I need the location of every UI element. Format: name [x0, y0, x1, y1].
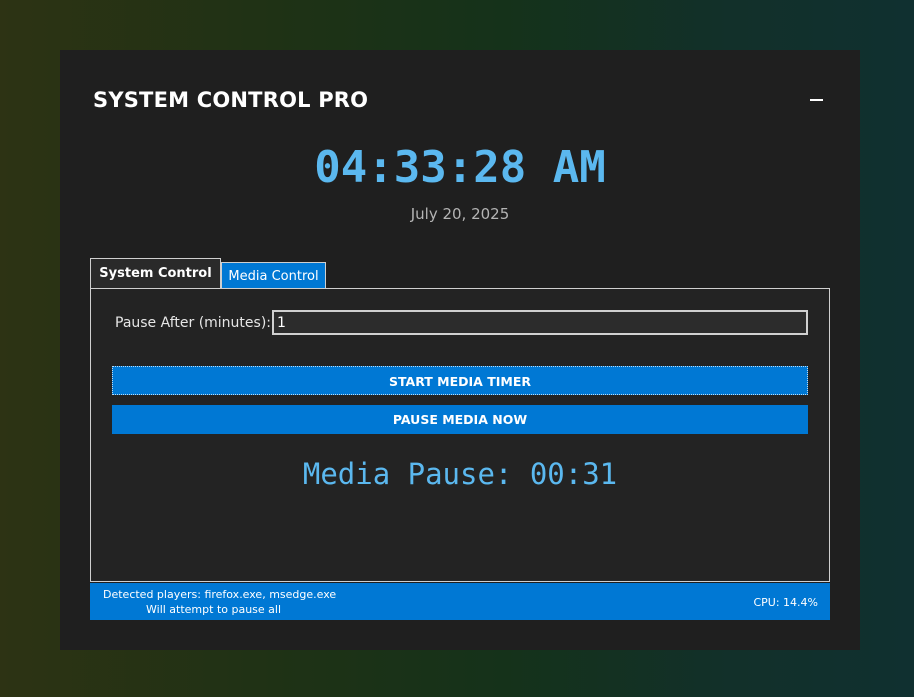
app-window: SYSTEM CONTROL PRO 04:33:28 AM July 20, … [60, 50, 860, 650]
detected-players-text: Detected players: firefox.exe, msedge.ex… [103, 588, 337, 601]
pause-attempt-text: Will attempt to pause all [146, 603, 282, 616]
pause-media-now-button[interactable]: PAUSE MEDIA NOW [112, 405, 808, 434]
app-title: SYSTEM CONTROL PRO [93, 88, 369, 112]
cpu-usage: CPU: 14.4% [753, 596, 818, 609]
tab-system-control[interactable]: System Control [90, 258, 221, 289]
clock-time: 04:33:28 AM [314, 142, 606, 193]
clock-date: July 20, 2025 [410, 205, 510, 223]
media-pause-countdown: Media Pause: 00:31 [302, 457, 618, 491]
pause-after-input[interactable] [272, 310, 808, 335]
minimize-button[interactable] [810, 90, 824, 110]
start-media-timer-button[interactable]: START MEDIA TIMER [112, 366, 808, 395]
media-control-panel: Pause After (minutes): START MEDIA TIMER… [90, 288, 830, 582]
status-bar: Detected players: firefox.exe, msedge.ex… [90, 583, 830, 620]
pause-after-label: Pause After (minutes): [115, 315, 272, 331]
tab-media-control[interactable]: Media Control [221, 262, 326, 290]
minimize-icon [810, 99, 823, 101]
